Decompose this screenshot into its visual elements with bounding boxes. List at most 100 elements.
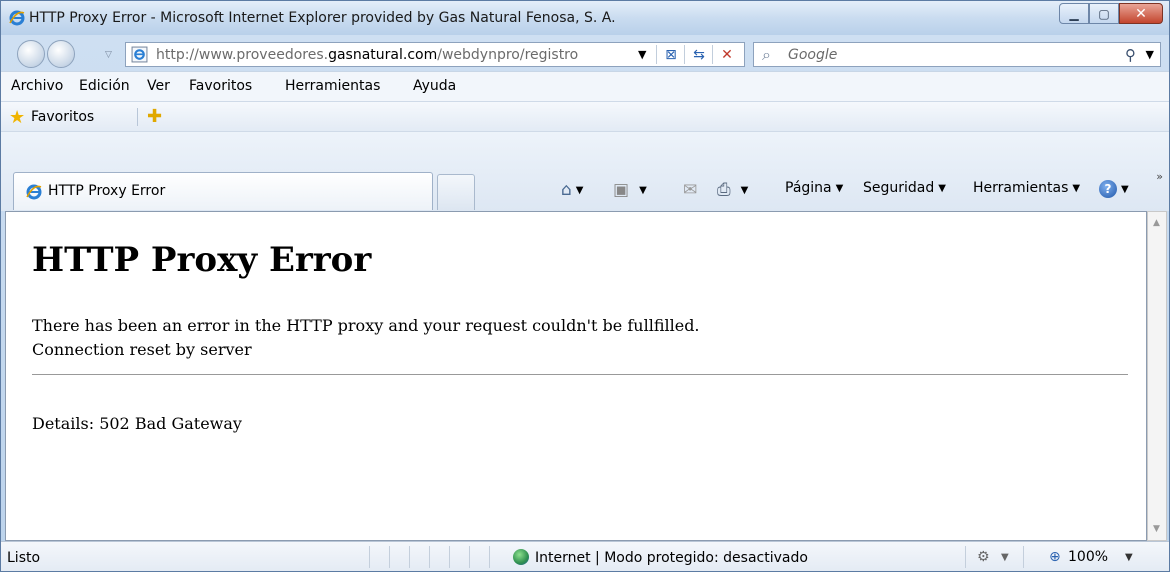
status-bar: Listo Internet | Modo protegido: desacti… [1,541,1169,571]
menu-archivo[interactable]: Archivo [11,78,63,94]
address-dropdown-icon[interactable]: ▼ [638,48,646,61]
url-suffix: /webdynpro/registro [437,47,579,63]
tab-http-proxy-error[interactable]: HTTP Proxy Error [13,172,433,210]
tab-label: HTTP Proxy Error [48,183,166,199]
tools-menu-label: Herramientas [973,180,1069,196]
address-separator [712,45,713,64]
protected-mode-icon[interactable]: ⚙ [977,549,990,565]
divider [32,374,1128,375]
back-button[interactable] [17,40,45,68]
forward-button[interactable] [47,40,75,68]
page-content: HTTP Proxy Error There has been an error… [5,211,1147,541]
chevron-down-icon: ▼ [1072,182,1081,194]
favorites-star-icon[interactable]: ★ [9,107,25,128]
home-icon: ⌂ [561,180,572,200]
chevron-down-icon: ▼ [639,184,647,196]
feeds-icon: ▣ [613,180,630,200]
page-icon [131,46,148,63]
page-menu-label: Página [785,180,832,196]
tab-command-bar: HTTP Proxy Error ⌂ ▼ ▣ ▼ ✉ ⎙ ▼ Página ▼ Segu… [1,131,1169,211]
chevron-down-icon: ▼ [938,182,946,194]
feeds-button[interactable]: ▣ ▼ [613,180,647,200]
vertical-scrollbar[interactable]: ▲ ▼ [1147,211,1167,541]
tools-menu-button[interactable]: Herramientas ▼ [973,180,1080,196]
close-icon: ✕ [1135,5,1147,22]
status-divider [369,546,370,568]
minimize-icon: ▁ [1069,6,1079,21]
chevron-down-icon[interactable]: ▼ [1001,552,1009,563]
read-mail-button[interactable]: ✉ [683,180,697,200]
status-divider [449,546,450,568]
menu-ayuda[interactable]: Ayuda [413,78,456,94]
maximize-button[interactable]: ▢ [1089,3,1119,24]
menu-ver[interactable]: Ver [147,78,170,94]
minimize-button[interactable]: ▁ [1059,3,1089,24]
favorites-button[interactable]: Favoritos [31,109,94,125]
scroll-down-icon[interactable]: ▼ [1153,524,1160,534]
help-icon: ? [1099,180,1117,198]
add-to-favorites-bar-icon[interactable]: ✚ [147,106,162,127]
chevron-down-icon: ▼ [1121,183,1129,195]
url-prefix: http://www.proveedores. [156,47,329,63]
chevron-down-icon[interactable]: ▼ [1125,552,1133,563]
status-text: Listo [7,550,41,566]
print-button[interactable]: ⎙ ▼ [717,180,748,200]
chevron-down-icon: ▼ [740,184,749,196]
page-menu-button[interactable]: Página ▼ [785,180,843,196]
search-icon[interactable]: ⚲ [1125,46,1136,64]
error-details: Details: 502 Bad Gateway [32,414,242,433]
compatibility-icon: ⊠ [665,47,677,63]
status-divider [389,546,390,568]
security-zone[interactable]: Internet | Modo protegido: desactivado [535,550,808,566]
search-options-icon[interactable]: ▼ [1146,48,1154,61]
recent-pages-dropdown[interactable]: ▽ [105,50,112,60]
status-divider [409,546,410,568]
address-separator [684,45,685,64]
help-button[interactable]: ? ▼ [1099,180,1129,198]
scroll-up-icon[interactable]: ▲ [1153,218,1160,228]
ie-logo-icon [9,10,25,26]
search-provider-icon: ⌕ [762,45,771,64]
menu-herramientas[interactable]: Herramientas [285,78,380,94]
internet-zone-icon [513,549,529,565]
zoom-icon[interactable]: ⊕ [1049,549,1061,565]
search-placeholder: Google [788,47,838,63]
more-commands-icon[interactable]: » [1156,170,1163,183]
favorites-bar: ★ Favoritos ✚ [1,101,1169,131]
refresh-icon: ⇆ [693,47,705,63]
ie-page-icon [26,184,42,200]
window-controls: ▁ ▢ ✕ [1059,3,1163,24]
maximize-icon: ▢ [1098,6,1110,21]
safety-menu-button[interactable]: Seguridad ▼ [863,180,946,196]
title-bar: HTTP Proxy Error - Microsoft Internet Ex… [1,1,1169,35]
close-button[interactable]: ✕ [1119,3,1163,24]
address-separator [656,45,657,64]
stop-icon: ✕ [721,47,733,63]
navigation-bar: ▽ http://www.proveedores.gasnatural.com/… [1,35,1169,71]
menu-edicion[interactable]: Edición [79,78,130,94]
new-tab-button[interactable] [437,174,475,210]
address-bar[interactable]: http://www.proveedores.gasnatural.com/we… [125,42,745,67]
status-divider [429,546,430,568]
chevron-down-icon: ▼ [835,182,844,194]
chevron-down-icon: ▼ [575,184,584,196]
compatibility-view-button[interactable]: ⊠ [660,45,682,65]
stop-button[interactable]: ✕ [716,45,738,65]
zoom-level[interactable]: 100% [1068,549,1108,565]
window-title: HTTP Proxy Error - Microsoft Internet Ex… [29,10,616,26]
home-button[interactable]: ⌂ ▼ [561,180,584,200]
error-reason: Connection reset by server [32,340,252,359]
favorites-separator [137,108,138,126]
status-divider [965,546,966,568]
search-box[interactable]: ⌕ Google ⚲ ▼ [753,42,1161,67]
status-divider [489,546,490,568]
safety-menu-label: Seguridad [863,180,935,196]
refresh-button[interactable]: ⇆ [688,45,710,65]
menu-bar: Archivo Edición Ver Favoritos Herramient… [1,71,1169,101]
browser-window: HTTP Proxy Error - Microsoft Internet Ex… [0,0,1170,572]
url-domain: gasnatural.com [328,47,438,63]
error-message: There has been an error in the HTTP prox… [32,316,700,335]
status-divider [1023,546,1024,568]
print-icon: ⎙ [717,180,731,200]
menu-favoritos[interactable]: Favoritos [189,78,252,94]
